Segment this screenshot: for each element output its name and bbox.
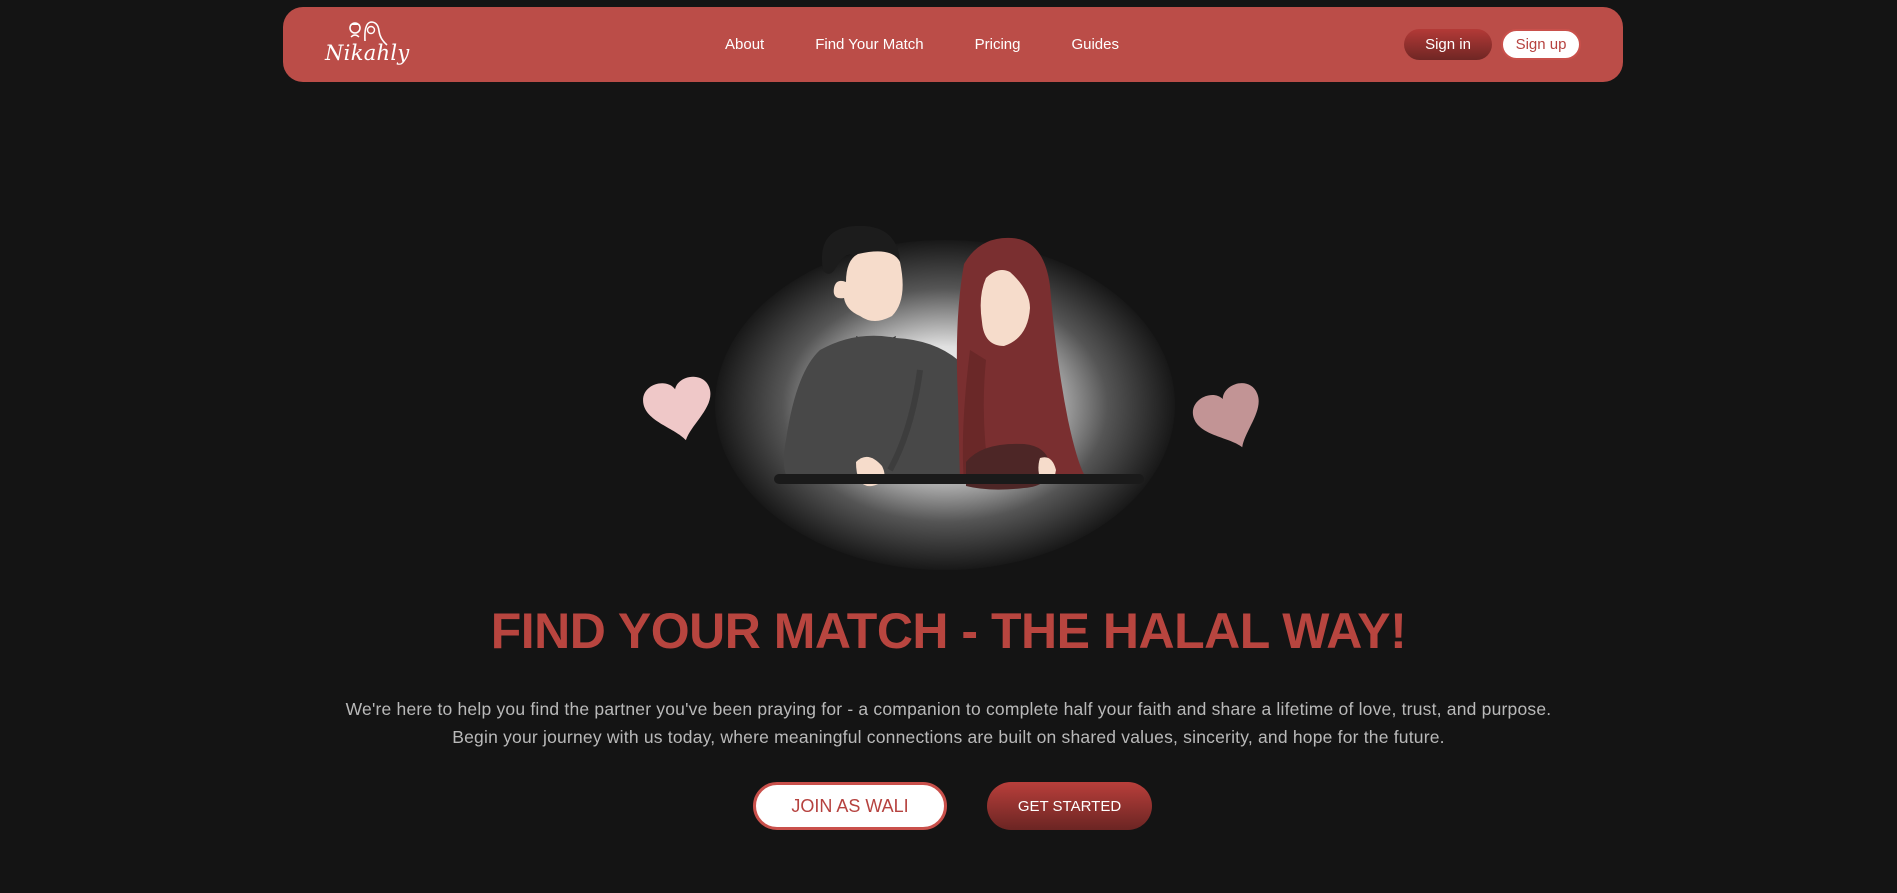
bench — [774, 474, 1144, 484]
couple-illustration — [643, 225, 1259, 490]
auth-buttons: Sign in Sign up — [1404, 29, 1581, 60]
nav-link-guides[interactable]: Guides — [1071, 36, 1119, 53]
nav-link-about[interactable]: About — [725, 36, 764, 53]
hero-subtitle-line-2: Begin your journey with us today, where … — [452, 727, 1445, 747]
logo-text: Nikahly — [325, 41, 410, 65]
nav-link-find-your-match[interactable]: Find Your Match — [815, 36, 923, 53]
hero-title: FIND YOUR MATCH - THE HALAL WAY! — [490, 603, 1407, 659]
man-figure — [783, 225, 964, 487]
logo[interactable]: Nikahly — [325, 17, 409, 73]
hero-illustration — [620, 200, 1280, 600]
navbar: Nikahly About Find Your Match Pricing Gu… — [283, 7, 1623, 82]
join-as-wali-button[interactable]: JOIN AS WALI — [753, 782, 947, 830]
hero-subtitle: We're here to help you find the partner … — [0, 695, 1897, 751]
landing-page: Nikahly About Find Your Match Pricing Gu… — [0, 0, 1897, 893]
heart-icon — [643, 376, 711, 441]
woman-figure — [956, 237, 1090, 490]
hero-subtitle-line-1: We're here to help you find the partner … — [345, 699, 1552, 719]
sign-up-button[interactable]: Sign up — [1501, 29, 1581, 60]
heart-icon — [1192, 383, 1259, 448]
nav-link-pricing[interactable]: Pricing — [975, 36, 1021, 53]
get-started-button[interactable]: GET STARTED — [987, 782, 1152, 830]
main-nav: About Find Your Match Pricing Guides — [725, 7, 1119, 82]
sign-in-button[interactable]: Sign in — [1404, 29, 1492, 60]
